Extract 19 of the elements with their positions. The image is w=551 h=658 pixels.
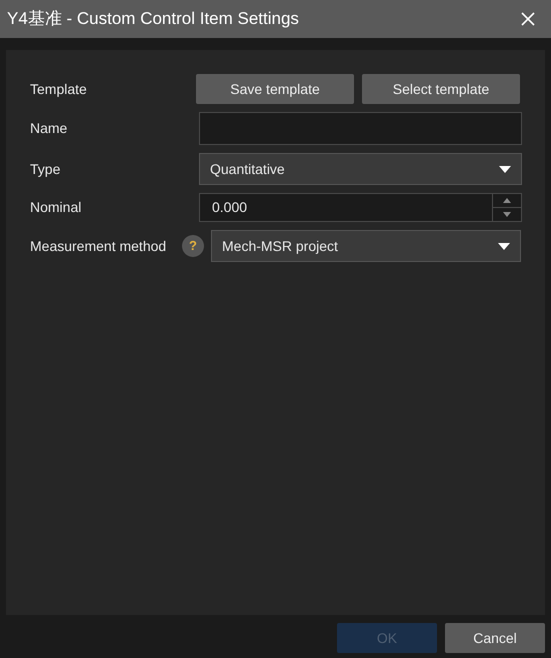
nominal-spinbox[interactable]: 0.000	[199, 193, 522, 222]
close-icon[interactable]	[521, 12, 535, 26]
method-dropdown[interactable]: Mech-MSR project	[211, 230, 521, 262]
template-button[interactable]: Select template	[362, 74, 520, 104]
field-label: Measurement method	[30, 236, 168, 256]
field-label: Type	[30, 160, 62, 179]
field-label: Template	[30, 80, 88, 99]
dropdown-arrow-icon	[499, 166, 511, 172]
window-title: Y4基准 - Custom Control Item Settings	[7, 8, 299, 30]
help-icon[interactable]: ?	[182, 235, 204, 257]
template-button[interactable]: Save template	[196, 74, 354, 104]
field-label: Nominal	[30, 198, 82, 217]
dialog-button[interactable]: Cancel	[445, 623, 545, 653]
type-dropdown[interactable]: Quantitative	[199, 153, 522, 185]
increment-arrow-icon[interactable]	[503, 198, 511, 203]
name-input[interactable]	[199, 112, 522, 145]
decrement-arrow-icon[interactable]	[503, 212, 511, 217]
field-label: Name	[30, 119, 68, 138]
dropdown-arrow-icon	[498, 242, 510, 250]
